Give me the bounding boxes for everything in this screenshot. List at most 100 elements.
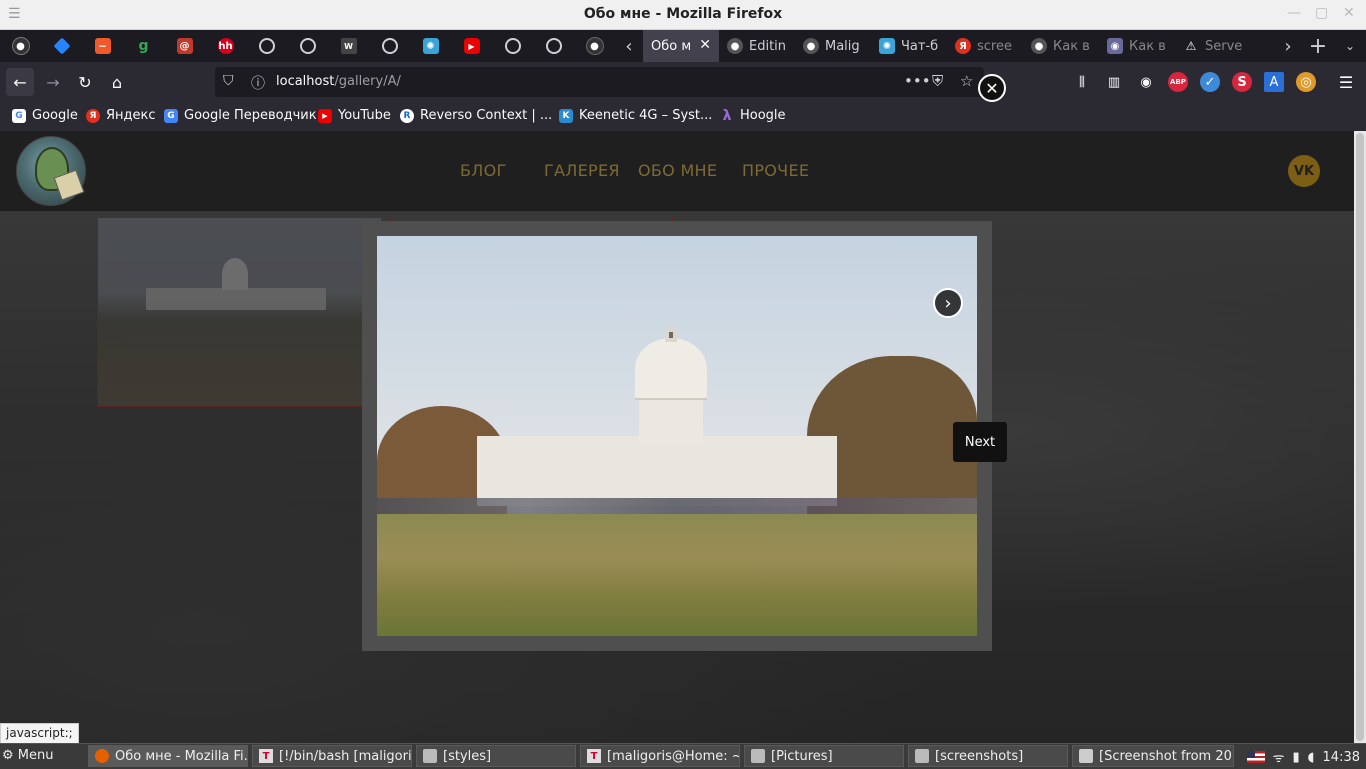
forward-button[interactable]: → — [39, 68, 67, 96]
menu-about-link[interactable]: ОБО МНЕ — [638, 161, 717, 180]
home-icon: ⌂ — [111, 72, 123, 92]
tab-kak-1[interactable]: ● Как в — [1023, 30, 1099, 62]
pinned-tab-globe-1[interactable] — [246, 30, 287, 62]
task-folder-screenshots[interactable]: [screenshots] — [908, 745, 1068, 767]
clock[interactable]: 14:38 — [1323, 750, 1360, 765]
adblock-icon[interactable]: ABP — [1168, 72, 1188, 92]
menu-other-link[interactable]: ПРОЧЕЕ — [742, 161, 809, 180]
tab-kak-2[interactable]: ◉ Как в — [1099, 30, 1175, 62]
bookmark-google[interactable]: G Google — [12, 108, 78, 123]
globe-icon — [504, 38, 521, 54]
close-window-icon[interactable]: ✕ — [1343, 5, 1355, 21]
pinned-tab-google[interactable]: g — [123, 30, 164, 62]
task-label: [styles] — [443, 748, 492, 764]
github-icon: ● — [11, 37, 30, 55]
bookmark-youtube[interactable]: ▶ YouTube — [318, 108, 391, 123]
site-logo[interactable] — [16, 136, 86, 206]
pinned-tab-github-2[interactable]: ● — [574, 30, 615, 62]
home-button[interactable]: ⌂ — [103, 68, 131, 96]
pinned-tab-github[interactable]: ● — [0, 30, 41, 62]
task-folder-styles[interactable]: [styles] — [416, 745, 576, 767]
app-menu-icon[interactable]: ☰ — [1336, 72, 1356, 92]
youtube-icon: ▶ — [318, 108, 332, 123]
firefox-icon — [95, 749, 109, 763]
task-firefox[interactable]: Обо мне - Mozilla Fi... — [88, 745, 248, 767]
tab-chat[interactable]: ✺ Чат-б — [871, 30, 947, 62]
pinned-tab-globe-2[interactable] — [287, 30, 328, 62]
lightbox-close-icon[interactable]: ✕ — [978, 74, 1006, 102]
menu-blog-link[interactable]: БЛОГ — [460, 161, 507, 180]
translate-icon[interactable]: A — [1264, 72, 1284, 92]
url-host: localhost — [276, 74, 335, 89]
tabs-scroll-right-icon[interactable]: › — [1276, 30, 1300, 62]
sidebar-icon[interactable]: ▥ — [1104, 72, 1124, 92]
bookmark-hoogle[interactable]: λ Hoogle — [720, 108, 786, 124]
extension-icon[interactable]: ✓ — [1200, 72, 1220, 92]
tabs-scroll-left-icon[interactable]: ‹ — [617, 30, 641, 62]
bookmark-keenetic[interactable]: K Keenetic 4G – Syst... — [559, 108, 712, 123]
pinned-tab-globe-5[interactable] — [533, 30, 574, 62]
pinned-tab-wix[interactable]: W — [328, 30, 369, 62]
pinned-tab-globe-3[interactable] — [369, 30, 410, 62]
page-actions-icon[interactable]: ••• — [904, 72, 931, 90]
extension-owl-icon[interactable]: ◎ — [1296, 72, 1316, 92]
page-scrollbar[interactable] — [1354, 131, 1366, 743]
us-flag-icon[interactable] — [1246, 751, 1265, 763]
bookmark-yandex[interactable]: Я Яндекс — [86, 108, 156, 123]
url-text[interactable]: localhost/gallery/A/ — [276, 74, 401, 89]
task-image-viewer[interactable]: [Screenshot from 20... — [1072, 745, 1234, 767]
close-tab-icon[interactable]: ✕ — [699, 37, 711, 53]
list-tabs-icon[interactable]: ⌄ — [1338, 30, 1362, 62]
lightbox-image[interactable] — [377, 236, 977, 636]
pocket-icon[interactable]: ⛨ — [932, 72, 943, 90]
task-label: [!/bin/bash [maligori... — [279, 748, 412, 764]
start-menu-button[interactable]: ⚙ Menu — [2, 748, 54, 763]
lightbox-next-icon[interactable]: › — [933, 288, 963, 318]
pinned-tab-globe-4[interactable] — [492, 30, 533, 62]
bookmark-google-translate[interactable]: G Google Переводчик — [164, 108, 317, 123]
reload-button[interactable]: ↻ — [71, 68, 99, 96]
image-capitol-dome — [635, 338, 707, 400]
vk-label: VK — [1293, 163, 1315, 179]
scrollbar-thumb[interactable] — [1356, 133, 1364, 741]
bookmark-star-icon[interactable]: ☆ — [960, 72, 973, 90]
tab-server[interactable]: ⚠ Serve — [1175, 30, 1251, 62]
back-button[interactable]: ← — [6, 68, 34, 96]
tab-maligoris[interactable]: ● Malig — [795, 30, 871, 62]
pinned-tab-youtube[interactable]: ▶ — [451, 30, 492, 62]
globe-icon — [381, 38, 398, 54]
volume-icon[interactable]: ◖ — [1308, 750, 1315, 765]
new-tab-icon[interactable]: + — [1306, 30, 1330, 62]
minimize-icon[interactable]: — — [1287, 5, 1301, 21]
vk-icon[interactable]: VK — [1288, 155, 1320, 187]
bookmark-reverso[interactable]: R Reverso Context | ... — [400, 108, 552, 123]
tracking-shield-icon[interactable]: ⛉ — [223, 73, 234, 89]
task-folder-pictures[interactable]: [Pictures] — [744, 745, 904, 767]
account-icon[interactable]: ◉ — [1136, 72, 1156, 92]
menu-gallery-link[interactable]: ГАЛЕРЕЯ — [544, 161, 620, 180]
wifi-icon[interactable]: ᯤ — [1273, 748, 1285, 766]
os-taskbar: ⚙ Menu Обо мне - Mozilla Fi... T [!/bin/b… — [0, 743, 1366, 769]
pinned-tab-jira[interactable] — [41, 30, 82, 62]
yandex-icon: Я — [86, 108, 100, 123]
tab-editing[interactable]: ● Editin — [719, 30, 795, 62]
battery-icon[interactable]: ▮ — [1293, 750, 1300, 765]
site-info-icon[interactable]: ⓘ — [251, 73, 265, 93]
pinned-tab-app-2[interactable]: ✺ — [410, 30, 451, 62]
pinned-tab-hh[interactable]: hh — [205, 30, 246, 62]
pinned-tab-grafana[interactable]: ~ — [82, 30, 123, 62]
task-terminal-bash[interactable]: T [!/bin/bash [maligori... — [252, 745, 412, 767]
library-icon[interactable]: ⫼ — [1072, 72, 1092, 92]
url-bar[interactable]: ⛉ ⓘ localhost/gallery/A/ ••• ⛨ ☆ — [215, 67, 984, 97]
extension-s-icon[interactable]: S — [1232, 72, 1252, 92]
site-header: БЛОГ ГАЛЕРЕЯ ОБО МНЕ ПРОЧЕЕ VK — [0, 131, 1354, 211]
thumb-dome — [222, 258, 248, 290]
maximize-icon[interactable]: ▢ — [1315, 5, 1328, 21]
gallery-thumbnail[interactable] — [97, 217, 382, 407]
pinned-tab-app[interactable]: @ — [164, 30, 205, 62]
tab-obo-mne[interactable]: Обо м ✕ — [643, 30, 719, 62]
tab-screenshot[interactable]: Яscree — [947, 30, 1023, 62]
task-terminal-home[interactable]: T [maligoris@Home: ~... — [580, 745, 740, 767]
image-icon — [1079, 749, 1093, 763]
app-icon: ✺ — [879, 38, 895, 54]
